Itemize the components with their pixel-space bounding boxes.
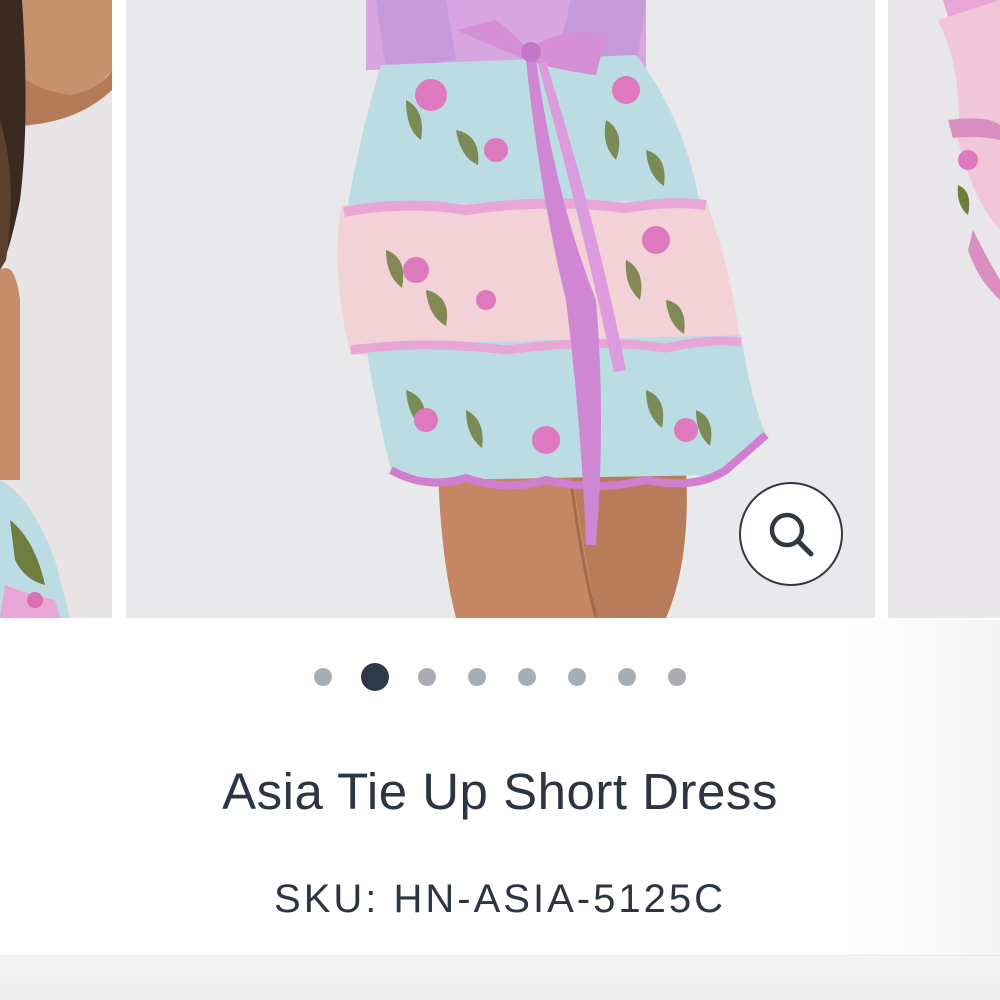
search-icon [769,512,814,557]
sku-value: HN-ASIA-5125C [393,877,726,921]
product-title: Asia Tie Up Short Dress [222,763,778,820]
product-photo-next [888,0,1000,618]
sku-label: SKU: [274,877,380,921]
zoom-button[interactable] [739,482,843,586]
image-carousel[interactable] [0,0,1000,620]
carousel-dot-7[interactable] [618,668,636,686]
carousel-dot-2-active[interactable] [361,663,389,691]
carousel-dot-3[interactable] [418,668,436,686]
product-sku: SKU: HN-ASIA-5125C [0,877,1000,922]
carousel-dot-6[interactable] [568,668,586,686]
carousel-dot-5[interactable] [518,668,536,686]
carousel-dot-8[interactable] [668,668,686,686]
carousel-dot-4[interactable] [468,668,486,686]
carousel-slide-next[interactable] [888,0,1000,618]
carousel-dot-1[interactable] [314,668,332,686]
product-page: Asia Tie Up Short Dress SKU: HN-ASIA-512… [0,0,1000,1000]
carousel-slide-previous[interactable] [0,0,112,618]
product-photo-previous [0,0,112,618]
bottom-divider [0,955,1000,1000]
